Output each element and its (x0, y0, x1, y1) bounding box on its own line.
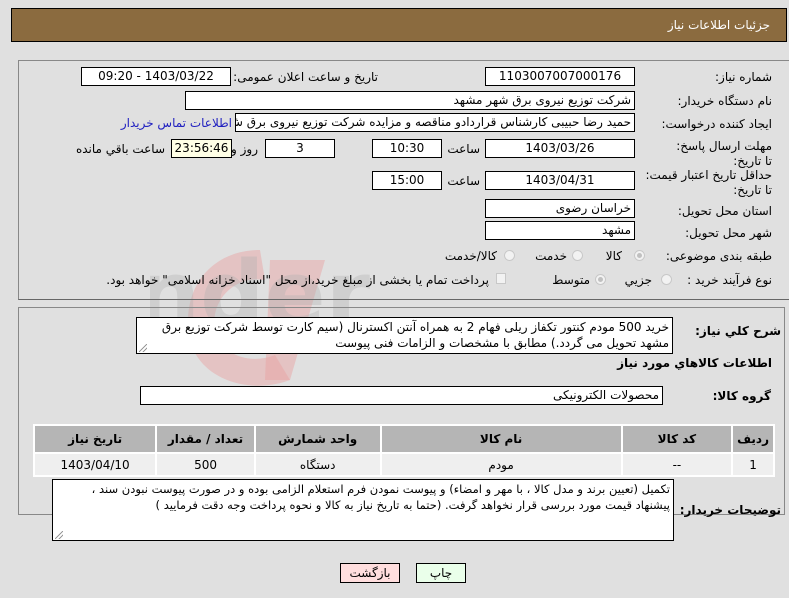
buyer-org-label: نام دستگاه خریدار: (677, 94, 773, 108)
description-label: شرح کلي نیاز: (695, 324, 781, 338)
buyer-notes-text: تکمیل (تعیین برند و مدل کالا ، با مهر و … (91, 482, 670, 512)
table-header-row: ردیف کد کالا نام کالا واحد شمارش تعداد /… (35, 426, 773, 452)
response-deadline-time: 10:30 (372, 139, 442, 158)
cell-need-date: 1403/04/10 (35, 454, 156, 475)
remaining-days-field: 3 (265, 139, 335, 158)
category-service-label: خدمت (535, 249, 567, 263)
print-button[interactable]: چاپ (416, 563, 466, 583)
days-label: روز و (231, 142, 258, 156)
buyer-notes-label: توضیحات خریدار: (679, 503, 781, 517)
back-button[interactable]: بازگشت (340, 563, 400, 583)
buyer-notes-textarea[interactable]: تکمیل (تعیین برند و مدل کالا ، با مهر و … (52, 479, 674, 541)
category-goods-radio[interactable] (634, 250, 645, 261)
cell-quantity: 500 (157, 454, 254, 475)
col-unit: واحد شمارش (255, 426, 380, 452)
price-validity-date: 1403/04/31 (485, 171, 635, 190)
delivery-province-field: خراسان رضوی (485, 199, 635, 218)
col-row-number: ردیف (733, 426, 773, 452)
price-validity-time-label: ساعت (447, 174, 480, 188)
response-time-label: ساعت (447, 142, 480, 156)
treasury-checkbox-label: پرداخت تمام یا بخشی از مبلغ خرید،از محل … (106, 273, 489, 287)
cell-goods-code: -- (622, 454, 732, 475)
purchase-minor-label: جزیي (624, 273, 652, 287)
need-number-label: شماره نیاز: (715, 70, 772, 84)
category-goods-service-radio[interactable] (504, 250, 515, 261)
delivery-city-field: مشهد (485, 221, 635, 240)
col-goods-code: کد کالا (622, 426, 732, 452)
delivery-city-label: شهر محل تحویل: (685, 226, 772, 240)
requester-label: ایجاد کننده درخواست: (661, 117, 772, 131)
announce-datetime-field: 1403/03/22 - 09:20 (81, 67, 231, 86)
buyer-org-field: شرکت توزیع نیروی برق شهر مشهد (185, 91, 635, 110)
treasury-checkbox[interactable] (496, 273, 506, 284)
cell-unit: دستگاه (255, 454, 380, 475)
response-deadline-label: مهلت ارسال پاسخ: تا تاریخ: (676, 139, 772, 168)
category-goods-label: کالا (605, 249, 622, 263)
need-number-field: 1103007007000176 (485, 67, 635, 86)
remaining-time-field: 23:56:46 (171, 139, 232, 158)
goods-section-title: اطلاعات کالاهاي مورد نیاز (617, 356, 772, 370)
page-title: جزئیات اطلاعات نیاز (667, 18, 770, 32)
goods-group-field: محصولات الکترونیکی (140, 386, 663, 405)
category-service-radio[interactable] (572, 250, 583, 261)
category-goods-service-label: کالا/خدمت (444, 249, 497, 263)
resize-handle[interactable] (55, 531, 63, 539)
remaining-time-label: ساعت باقي مانده (75, 142, 165, 156)
delivery-province-label: استان محل تحویل: (677, 204, 772, 218)
buyer-contact-link[interactable]: اطلاعات تماس خریدار (121, 116, 232, 130)
purchase-medium-radio[interactable] (595, 274, 606, 285)
announce-datetime-label: تاریخ و ساعت اعلان عمومی: (233, 70, 378, 84)
cell-row-number: 1 (733, 454, 773, 475)
category-label: طبقه بندی موضوعی: (665, 249, 772, 263)
purchase-medium-label: متوسط (552, 273, 590, 287)
price-validity-label: حداقل تاریخ اعتبار قیمت: تا تاریخ: (645, 168, 772, 197)
requester-field: حمید رضا حبیبی کارشناس قراردادو مناقصه و… (235, 113, 635, 132)
col-need-date: تاریخ نیاز (35, 426, 156, 452)
resize-handle[interactable] (139, 344, 147, 352)
description-textarea[interactable]: خرید 500 مودم کنتور تکفاز ریلی فهام 2 به… (136, 317, 673, 354)
page-header: جزئیات اطلاعات نیاز (11, 8, 787, 42)
goods-group-label: گروه کالا: (712, 389, 771, 403)
purchase-type-label: نوع فرآیند خرید : (687, 273, 772, 287)
goods-table: ردیف کد کالا نام کالا واحد شمارش تعداد /… (33, 424, 775, 477)
response-deadline-date: 1403/03/26 (485, 139, 635, 158)
cell-goods-name: مودم (381, 454, 621, 475)
col-quantity: تعداد / مقدار (157, 426, 254, 452)
description-text: خرید 500 مودم کنتور تکفاز ریلی فهام 2 به… (161, 320, 669, 350)
table-row: 1 -- مودم دستگاه 500 1403/04/10 (35, 454, 773, 475)
col-goods-name: نام کالا (381, 426, 621, 452)
purchase-minor-radio[interactable] (661, 274, 672, 285)
price-validity-time: 15:00 (372, 171, 442, 190)
